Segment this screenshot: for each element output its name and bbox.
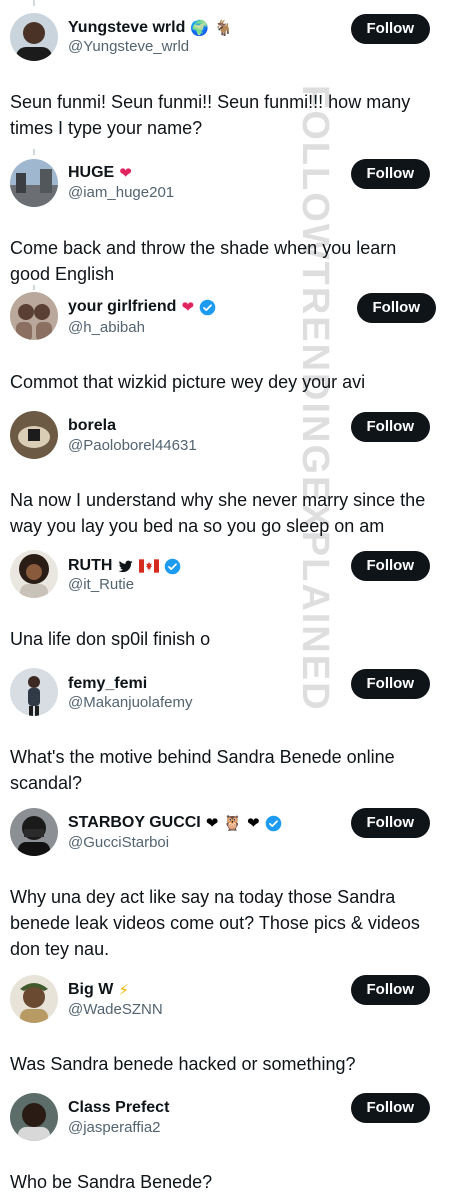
user-handle[interactable]: @Yungsteve_wrld <box>68 38 189 55</box>
avatar[interactable] <box>10 1093 58 1141</box>
follow-button[interactable]: Follow <box>356 293 436 323</box>
thread-line <box>33 0 35 6</box>
user-handle[interactable]: @Paoloborel44631 <box>68 437 197 454</box>
reply-text: Come back and throw the shade when you l… <box>10 238 397 284</box>
follow-button[interactable]: Follow <box>350 1093 430 1123</box>
follow-button[interactable]: Follow <box>350 14 430 44</box>
display-name[interactable]: HUGE <box>68 164 114 182</box>
lightning-icon: ⚡ <box>118 980 129 999</box>
avatar[interactable] <box>10 159 58 207</box>
avatar[interactable] <box>10 808 58 856</box>
user-handle[interactable]: @GucciStarboi <box>68 834 169 851</box>
reply-text: Commot that wizkid picture wey dey your … <box>10 372 366 392</box>
avatar[interactable] <box>10 13 58 61</box>
display-name[interactable]: Big W <box>68 981 113 999</box>
user-handle[interactable]: @Makanjuolafemy <box>68 694 192 711</box>
display-name[interactable]: borela <box>68 417 116 435</box>
user-handle[interactable]: @jasperaffia2 <box>68 1119 161 1136</box>
display-name[interactable]: Class Prefect <box>68 1099 169 1117</box>
black-heart-icon: ❤ <box>205 813 219 832</box>
follow-button[interactable]: Follow <box>350 412 430 442</box>
display-name[interactable]: Yungsteve wrld <box>68 19 185 37</box>
heart-icon: ❤ <box>119 163 132 182</box>
follow-button[interactable]: Follow <box>350 975 430 1005</box>
canada-flag-icon <box>139 559 160 573</box>
follow-button[interactable]: Follow <box>350 808 430 838</box>
user-handle[interactable]: @h_abibah <box>68 319 145 336</box>
verified-icon <box>165 558 181 574</box>
avatar[interactable] <box>10 550 58 598</box>
avatar[interactable] <box>10 292 58 340</box>
user-handle[interactable]: @it_Rutie <box>68 576 134 593</box>
globe-icon: 🌍 <box>190 18 210 37</box>
display-name[interactable]: STARBOY GUCCI <box>68 814 201 832</box>
owl-icon: 🦉 <box>223 813 243 832</box>
avatar[interactable] <box>10 668 58 716</box>
display-name[interactable]: RUTH <box>68 557 112 575</box>
user-handle[interactable]: @iam_huge201 <box>68 184 174 201</box>
reply-text: Why una dey act like say na today those … <box>10 887 420 959</box>
avatar[interactable] <box>10 411 58 459</box>
reply-text: Was Sandra benede hacked or something? <box>10 1054 356 1074</box>
reply-text: Una life don sp0il finish o <box>10 629 211 649</box>
goat-icon: 🐐 <box>214 18 233 37</box>
reply-text: What's the motive behind Sandra Benede o… <box>10 747 395 793</box>
reply-text: Who be Sandra Benede? <box>10 1172 213 1192</box>
verified-icon <box>265 815 281 831</box>
follow-button[interactable]: Follow <box>350 551 430 581</box>
display-name[interactable]: femy_femi <box>68 675 147 693</box>
reply-text: Na now I understand why she never marry … <box>10 490 426 536</box>
user-handle[interactable]: @WadeSZNN <box>68 1001 163 1018</box>
reply-text: Seun funmi! Seun funmi!! Seun funmi!!! h… <box>10 92 411 138</box>
display-name[interactable]: your girlfriend <box>68 298 176 316</box>
verified-icon <box>199 299 216 315</box>
black-heart-icon: ❤ <box>247 813 260 832</box>
red-heart-icon: ❤ <box>181 297 195 316</box>
bird-icon <box>118 560 134 572</box>
follow-button[interactable]: Follow <box>350 159 430 189</box>
avatar[interactable] <box>10 975 58 1023</box>
follow-button[interactable]: Follow <box>350 669 430 699</box>
thread-line <box>33 149 35 155</box>
